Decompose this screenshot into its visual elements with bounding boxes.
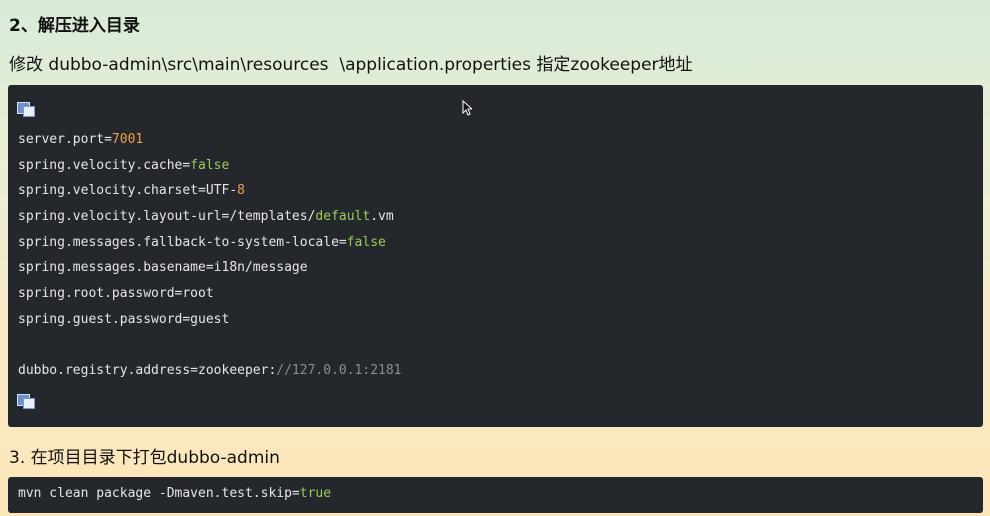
build-command-block: mvn clean package -Dmaven.test.skip=true bbox=[8, 477, 983, 513]
code-line: spring.velocity.charset=UTF-8 bbox=[18, 182, 402, 208]
code-line: spring.velocity.layout-url=/templates/de… bbox=[18, 208, 402, 234]
code-token: 7001 bbox=[111, 132, 144, 147]
code-token: 8 bbox=[237, 183, 245, 199]
copy-code-icon[interactable] bbox=[17, 394, 35, 409]
code-line: spring.messages.basename=i18n/message bbox=[18, 259, 402, 285]
code-token: spring.velocity.charset=UTF- bbox=[18, 183, 238, 199]
code-token: true bbox=[299, 486, 332, 501]
code-token: dubbo.registry.address=zookeeper: bbox=[18, 363, 277, 379]
config-code-lines: server.port=7001 spring.velocity.cache=fa… bbox=[18, 131, 402, 388]
code-line: spring.messages.fallback-to-system-local… bbox=[18, 234, 402, 260]
section-2-description: 修改 dubbo-admin\src\main\resources \appli… bbox=[9, 55, 693, 75]
code-token: spring.messages.basename=i18n/message bbox=[18, 260, 308, 276]
code-token: mvn clean package -Dmaven.test.skip= bbox=[18, 486, 300, 501]
code-token: spring.messages.fallback-to-system-local… bbox=[18, 234, 347, 250]
section-2-heading: 2、解压进入目录 bbox=[9, 16, 140, 36]
mouse-pointer-icon bbox=[462, 100, 472, 116]
code-token: //127.0.0.1:2181 bbox=[276, 363, 402, 379]
code-line: spring.guest.password=guest bbox=[18, 311, 402, 337]
build-command: mvn clean package -Dmaven.test.skip=true bbox=[18, 486, 331, 501]
code-token: .vm bbox=[370, 209, 394, 225]
code-line: spring.root.password=root bbox=[18, 285, 402, 311]
code-line: dubbo.registry.address=zookeeper://127.0… bbox=[18, 362, 402, 388]
code-token: spring.velocity.cache= bbox=[18, 157, 191, 173]
code-token: default bbox=[315, 209, 371, 225]
copy-code-icon[interactable] bbox=[17, 102, 35, 117]
code-token: spring.velocity.layout-url=/templates/ bbox=[18, 209, 316, 225]
code-token: false bbox=[190, 157, 230, 173]
code-token: spring.root.password=root bbox=[18, 286, 214, 302]
code-token: false bbox=[346, 234, 386, 250]
code-token: spring.guest.password=guest bbox=[18, 311, 230, 327]
code-line: server.port=7001 bbox=[18, 131, 402, 157]
section-3-heading: 3. 在项目目录下打包dubbo-admin bbox=[9, 448, 280, 468]
code-line: spring.velocity.cache=false bbox=[18, 157, 402, 183]
config-code-block: server.port=7001 spring.velocity.cache=fa… bbox=[8, 85, 983, 427]
code-token: server.port= bbox=[18, 132, 112, 147]
